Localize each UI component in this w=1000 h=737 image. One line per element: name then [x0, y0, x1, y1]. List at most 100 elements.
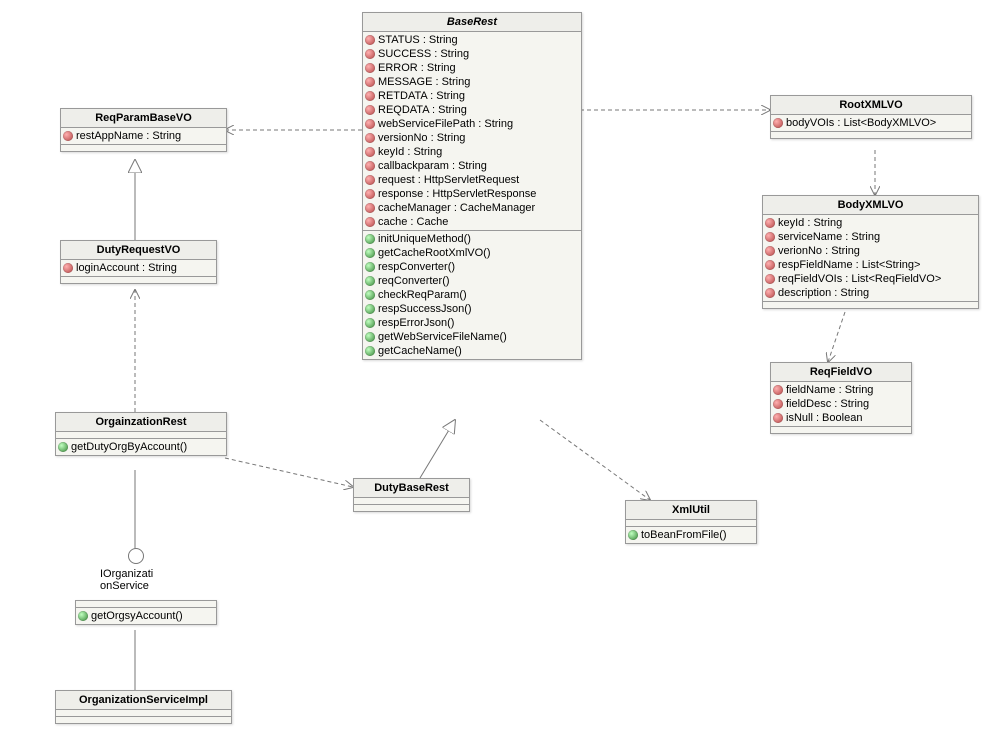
- attribute-icon: [365, 63, 375, 73]
- method-icon: [365, 276, 375, 286]
- attribute-icon: [365, 35, 375, 45]
- method-icon: [365, 304, 375, 314]
- attribute-icon: [365, 133, 375, 143]
- member-row: checkReqParam(): [363, 288, 581, 302]
- attribute-icon: [365, 189, 375, 199]
- attribute-icon: [773, 118, 783, 128]
- class-xmlutil: XmlUtil toBeanFromFile(): [625, 500, 757, 544]
- member-row: initUniqueMethod(): [363, 232, 581, 246]
- member-row: isNull : Boolean: [771, 411, 911, 425]
- methods-section: [763, 302, 978, 308]
- member-text: ERROR : String: [378, 62, 456, 74]
- member-row: loginAccount : String: [61, 261, 216, 275]
- class-reqfieldvo: ReqFieldVO fieldName : StringfieldDesc :…: [770, 362, 912, 434]
- member-row: bodyVOIs : List<BodyXMLVO>: [771, 116, 971, 130]
- method-icon: [365, 332, 375, 342]
- member-text: getCacheName(): [378, 345, 462, 357]
- member-row: getOrgsyAccount(): [76, 609, 216, 623]
- methods-section: [61, 277, 216, 283]
- interface-label: IOrganizati onService: [100, 568, 190, 592]
- attrs-section: keyId : StringserviceName : Stringverion…: [763, 215, 978, 302]
- member-text: versionNo : String: [378, 132, 465, 144]
- member-text: reqFieldVOIs : List<ReqFieldVO>: [778, 273, 941, 285]
- class-title: DutyRequestVO: [61, 241, 216, 260]
- member-row: respFieldName : List<String>: [763, 258, 978, 272]
- attribute-icon: [365, 91, 375, 101]
- attribute-icon: [773, 399, 783, 409]
- member-text: toBeanFromFile(): [641, 529, 727, 541]
- member-row: serviceName : String: [763, 230, 978, 244]
- member-row: respConverter(): [363, 260, 581, 274]
- member-text: getDutyOrgByAccount(): [71, 441, 187, 453]
- attribute-icon: [365, 119, 375, 129]
- class-orgainzationrest: OrgainzationRest getDutyOrgByAccount(): [55, 412, 227, 456]
- member-row: getCacheName(): [363, 344, 581, 358]
- member-row: description : String: [763, 286, 978, 300]
- member-row: getCacheRootXmlVO(): [363, 246, 581, 260]
- member-row: cacheManager : CacheManager: [363, 201, 581, 215]
- member-text: restAppName : String: [76, 130, 181, 142]
- attrs-section: loginAccount : String: [61, 260, 216, 277]
- class-bodyxmlvo: BodyXMLVO keyId : StringserviceName : St…: [762, 195, 979, 309]
- attrs-section: [76, 601, 216, 608]
- class-title: OrgainzationRest: [56, 413, 226, 432]
- member-row: restAppName : String: [61, 129, 226, 143]
- member-text: description : String: [778, 287, 869, 299]
- member-text: keyId : String: [378, 146, 442, 158]
- methods-section: initUniqueMethod()getCacheRootXmlVO()res…: [363, 231, 581, 359]
- member-row: SUCCESS : String: [363, 47, 581, 61]
- class-dutyrequestvo: DutyRequestVO loginAccount : String: [60, 240, 217, 284]
- attribute-icon: [765, 232, 775, 242]
- member-text: SUCCESS : String: [378, 48, 469, 60]
- member-text: cacheManager : CacheManager: [378, 202, 535, 214]
- member-row: keyId : String: [363, 145, 581, 159]
- member-row: fieldDesc : String: [771, 397, 911, 411]
- method-icon: [365, 262, 375, 272]
- attribute-icon: [765, 260, 775, 270]
- member-row: toBeanFromFile(): [626, 528, 756, 542]
- member-row: versionNo : String: [363, 131, 581, 145]
- member-row: reqConverter(): [363, 274, 581, 288]
- member-row: respSuccessJson(): [363, 302, 581, 316]
- member-text: getCacheRootXmlVO(): [378, 247, 491, 259]
- member-text: request : HttpServletRequest: [378, 174, 519, 186]
- attribute-icon: [365, 217, 375, 227]
- member-text: response : HttpServletResponse: [378, 188, 536, 200]
- attrs-section: fieldName : StringfieldDesc : StringisNu…: [771, 382, 911, 427]
- methods-section: toBeanFromFile(): [626, 527, 756, 543]
- attrs-section: [626, 520, 756, 527]
- member-row: verionNo : String: [763, 244, 978, 258]
- member-text: isNull : Boolean: [786, 412, 862, 424]
- class-title: BaseRest: [363, 13, 581, 32]
- member-row: cache : Cache: [363, 215, 581, 229]
- interface-methods: getOrgsyAccount(): [75, 600, 217, 625]
- member-text: fieldName : String: [786, 384, 873, 396]
- member-row: ERROR : String: [363, 61, 581, 75]
- member-text: loginAccount : String: [76, 262, 177, 274]
- attribute-icon: [63, 131, 73, 141]
- class-title: OrganizationServiceImpl: [56, 691, 231, 710]
- method-icon: [628, 530, 638, 540]
- attribute-icon: [63, 263, 73, 273]
- attribute-icon: [365, 175, 375, 185]
- attribute-icon: [773, 413, 783, 423]
- member-text: STATUS : String: [378, 34, 458, 46]
- method-icon: [78, 611, 88, 621]
- member-text: MESSAGE : String: [378, 76, 470, 88]
- attribute-icon: [365, 147, 375, 157]
- member-text: checkReqParam(): [378, 289, 467, 301]
- attribute-icon: [765, 218, 775, 228]
- methods-section: [61, 145, 226, 151]
- member-text: webServiceFilePath : String: [378, 118, 513, 130]
- member-row: request : HttpServletRequest: [363, 173, 581, 187]
- method-icon: [365, 346, 375, 356]
- method-icon: [365, 318, 375, 328]
- method-icon: [365, 234, 375, 244]
- attribute-icon: [765, 288, 775, 298]
- member-text: callbackparam : String: [378, 160, 487, 172]
- member-text: RETDATA : String: [378, 90, 465, 102]
- attribute-icon: [773, 385, 783, 395]
- member-text: getOrgsyAccount(): [91, 610, 183, 622]
- member-text: keyId : String: [778, 217, 842, 229]
- method-icon: [365, 248, 375, 258]
